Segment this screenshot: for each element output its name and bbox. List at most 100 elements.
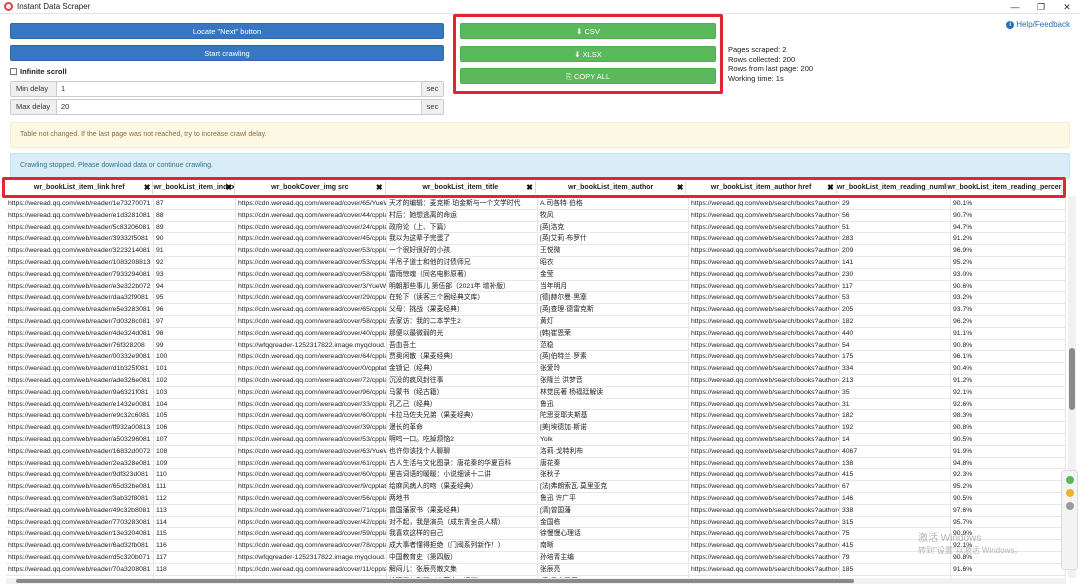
table-cell: https://cdn.weread.qq.com/weread/cover/6… bbox=[238, 304, 387, 315]
column-header[interactable]: wr_bookList_item_author ✖ bbox=[536, 181, 687, 194]
table-cell: https://weread.qq.com/web/search/books?a… bbox=[691, 363, 840, 374]
xlsx-button[interactable]: ⬇ XLSX bbox=[460, 46, 716, 62]
table-cell: https://weread.qq.com/web/search/books?a… bbox=[691, 528, 840, 540]
table-cell: [韩]崔恩荣 bbox=[538, 327, 689, 339]
copy-all-button[interactable]: ⎘ COPY ALL bbox=[460, 68, 716, 84]
column-header-label: wr_bookList_item_index bbox=[153, 184, 236, 191]
table-cell: https://weread.qq.com/web/reader/7d0328c… bbox=[6, 315, 154, 327]
table-cell: https://wfqqreader-1252317822.image.myqc… bbox=[238, 551, 387, 563]
remove-column-icon[interactable]: ✖ bbox=[225, 181, 232, 194]
table-row: https://weread.qq.com/web/reader/1083208… bbox=[6, 256, 1066, 269]
table-cell: 175 bbox=[840, 351, 951, 363]
table-cell: 91.9% bbox=[951, 445, 1066, 457]
min-delay-input[interactable]: 1 bbox=[57, 82, 421, 96]
remove-column-icon[interactable]: ✖ bbox=[526, 181, 533, 194]
windows-activation-watermark: 激活 Windows 转到"设置"以激活 Windows。 bbox=[918, 533, 1022, 557]
remove-column-icon[interactable]: ✖ bbox=[144, 181, 151, 194]
table-cell: 91.2% bbox=[951, 233, 1066, 245]
table-row: https://weread.qq.com/web/reader/ff932a0… bbox=[6, 422, 1066, 434]
table-cell: [德]赫尔曼·黑塞 bbox=[538, 292, 689, 304]
table-cell: https://weread.qq.com/web/reader/e1d3281… bbox=[6, 209, 154, 221]
table-cell: 唐花秦 bbox=[538, 457, 689, 469]
table-cell: 88 bbox=[154, 209, 236, 221]
column-header[interactable]: wr_bookList_item_index ✖ bbox=[153, 181, 236, 194]
table-cell: 95.2% bbox=[951, 256, 1066, 268]
column-header-label: wr_bookCover_img src bbox=[271, 184, 349, 191]
table-cell: https://weread.qq.com/web/search/books?a… bbox=[691, 315, 840, 327]
table-cell: 51 bbox=[840, 221, 951, 233]
table-cell: https://weread.qq.com/web/reader/9df323d… bbox=[6, 469, 154, 481]
table-cell: https://weread.qq.com/web/reader/e3e322b… bbox=[6, 280, 154, 292]
table-cell: https://weread.qq.com/web/search/books?a… bbox=[691, 492, 840, 504]
remove-column-icon[interactable]: ✖ bbox=[677, 181, 684, 194]
max-delay-input[interactable]: 20 bbox=[57, 100, 421, 114]
table-cell: 90 bbox=[154, 233, 236, 245]
remove-column-icon[interactable]: ✖ bbox=[376, 181, 383, 194]
table-row: https://weread.qq.com/web/reader/6ad32fb… bbox=[6, 540, 1066, 552]
table-cell: 我喜欢这样的自己 bbox=[387, 528, 538, 540]
table-cell: https://weread.qq.com/web/reader/1083208… bbox=[6, 256, 154, 268]
table-row: https://weread.qq.com/web/reader/2ea328e… bbox=[6, 457, 1066, 470]
info-alert: Crawling stopped. Please download data o… bbox=[10, 153, 1070, 179]
table-row: https://weread.qq.com/web/reader/00332e9… bbox=[6, 351, 1066, 364]
table-cell: https://weread.qq.com/web/reader/3223214… bbox=[6, 245, 154, 256]
side-settings-icon[interactable] bbox=[1065, 502, 1074, 510]
table-cell: 334 bbox=[840, 363, 951, 374]
table-cell: https://cdn.weread.qq.com/weread/cover/1… bbox=[238, 563, 387, 575]
csv-button[interactable]: ⬇ CSV bbox=[460, 23, 716, 39]
table-cell: https://weread.qq.com/web/search/books?a… bbox=[691, 551, 840, 563]
column-header[interactable]: wr_bookList_item_link href ✖ bbox=[6, 181, 154, 194]
table-cell: 王悦微 bbox=[538, 245, 689, 256]
table-cell: 两地书 bbox=[387, 492, 538, 504]
table-cell: https://weread.qq.com/web/search/books?a… bbox=[691, 351, 840, 363]
table-cell: 那便以最微弱的光 bbox=[387, 327, 538, 339]
minimize-button[interactable]: — bbox=[1002, 0, 1028, 14]
table-cell: https://weread.qq.com/web/reader/49c32b8… bbox=[6, 504, 154, 516]
infinite-scroll-option[interactable]: Infinite scroll bbox=[10, 67, 67, 76]
start-crawling-button[interactable]: Start crawling bbox=[10, 45, 444, 61]
vertical-scroll-thumb[interactable] bbox=[1069, 348, 1075, 410]
table-cell: 31 bbox=[840, 398, 951, 410]
side-status-icon[interactable] bbox=[1065, 476, 1074, 484]
table-row: https://weread.qq.com/web/reader/39332f5… bbox=[6, 233, 1066, 246]
table-cell: https://weread.qq.com/web/reader/7703283… bbox=[6, 516, 154, 528]
horizontal-scroll-thumb[interactable] bbox=[16, 579, 854, 583]
table-cell: 鲁迅 bbox=[538, 398, 689, 410]
table-cell: [法]弗朗索瓦·莫里亚克 bbox=[538, 481, 689, 492]
help-feedback-link[interactable]: i Help/Feedback bbox=[1006, 20, 1070, 29]
infinite-scroll-checkbox[interactable] bbox=[10, 68, 17, 75]
table-cell: 陀思妥耶夫斯基 bbox=[538, 410, 689, 422]
table-row: https://weread.qq.com/web/reader/e1432e0… bbox=[6, 398, 1066, 411]
table-cell: [英]查理·德雷克斯 bbox=[538, 304, 689, 315]
table-row: https://weread.qq.com/web/reader/5c83206… bbox=[6, 221, 1066, 234]
locate-next-button[interactable]: Locate "Next" button bbox=[10, 23, 444, 39]
table-cell: 90.5% bbox=[951, 492, 1066, 504]
table-cell: 93.0% bbox=[951, 268, 1066, 280]
table-cell: https://cdn.weread.qq.com/weread/cover/6… bbox=[238, 410, 387, 422]
table-cell: 半吊子道士和他的讨债师兄 bbox=[387, 256, 538, 268]
close-button[interactable]: ✕ bbox=[1054, 0, 1080, 14]
table-cell: https://cdn.weread.qq.com/weread/cover/5… bbox=[238, 528, 387, 540]
table-cell: https://weread.qq.com/web/search/books?a… bbox=[691, 221, 840, 233]
table-cell: [英]伯特兰·罗素 bbox=[538, 351, 689, 363]
column-header[interactable]: wr_bookList_item_reading_number bbox=[837, 181, 948, 194]
column-header[interactable]: wr_bookList_item_author href ✖ bbox=[686, 181, 837, 194]
horizontal-scrollbar[interactable] bbox=[6, 578, 1066, 584]
table-cell: https://weread.qq.com/web/reader/1e73270… bbox=[6, 198, 154, 209]
table-cell: https://cdn.weread.qq.com/weread/cover/4… bbox=[238, 209, 387, 221]
table-cell: 在轮下（读客三个圈经典文库） bbox=[387, 292, 538, 304]
column-header[interactable]: wr_bookCover_img src ✖ bbox=[235, 181, 386, 194]
side-alert-icon[interactable] bbox=[1065, 489, 1074, 497]
table-cell: 95.2% bbox=[951, 481, 1066, 492]
maximize-button[interactable]: ❐ bbox=[1028, 0, 1054, 14]
table-cell: 啊呜一口。吃掉烦恼2 bbox=[387, 433, 538, 445]
table-cell: 张隆兰 洪梦音 bbox=[538, 374, 689, 386]
column-header[interactable]: wr_bookList_item_reading_percent bbox=[947, 181, 1062, 194]
column-header[interactable]: wr_bookList_item_title ✖ bbox=[386, 181, 536, 194]
table-cell: 91.2% bbox=[951, 374, 1066, 386]
table-cell: 94.7% bbox=[951, 221, 1066, 233]
table-cell: 192 bbox=[840, 422, 951, 433]
table-row: https://weread.qq.com/web/reader/4de324d… bbox=[6, 327, 1066, 340]
table-cell: https://cdn.weread.qq.com/weread/cover/5… bbox=[238, 433, 387, 445]
remove-column-icon[interactable]: ✖ bbox=[827, 181, 834, 194]
